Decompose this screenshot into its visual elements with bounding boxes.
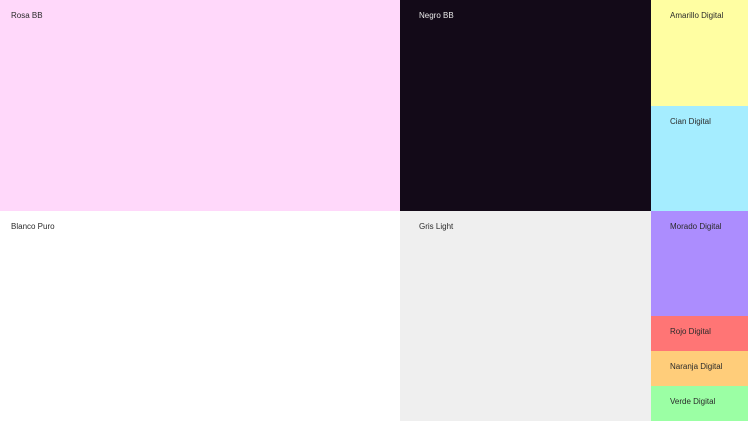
swatch-morado-digital: Morado Digital: [651, 211, 748, 316]
swatch-amarillo-digital: Amarillo Digital: [651, 0, 748, 106]
swatch-label: Negro BB: [419, 11, 454, 20]
swatch-label: Amarillo Digital: [670, 11, 724, 20]
swatch-label: Rojo Digital: [670, 327, 711, 336]
swatch-label: Gris Light: [419, 222, 454, 231]
swatch-gris-light: Gris Light: [400, 211, 651, 421]
swatch-blanco-puro: Blanco Puro: [0, 211, 400, 421]
swatch-rosa-bb: Rosa BB: [0, 0, 400, 211]
swatch-verde-digital: Verde Digital: [651, 386, 748, 421]
swatch-label: Cian Digital: [670, 117, 711, 126]
swatch-label: Morado Digital: [670, 222, 722, 231]
swatch-label: Naranja Digital: [670, 362, 723, 371]
swatch-cian-digital: Cian Digital: [651, 106, 748, 211]
swatch-label: Blanco Puro: [11, 222, 55, 231]
swatch-negro-bb: Negro BB: [400, 0, 651, 211]
swatch-label: Rosa BB: [11, 11, 43, 20]
swatch-label: Verde Digital: [670, 397, 716, 406]
color-palette: Rosa BB Negro BB Amarillo Digital Cian D…: [0, 0, 748, 421]
swatch-naranja-digital: Naranja Digital: [651, 351, 748, 386]
swatch-rojo-digital: Rojo Digital: [651, 316, 748, 351]
